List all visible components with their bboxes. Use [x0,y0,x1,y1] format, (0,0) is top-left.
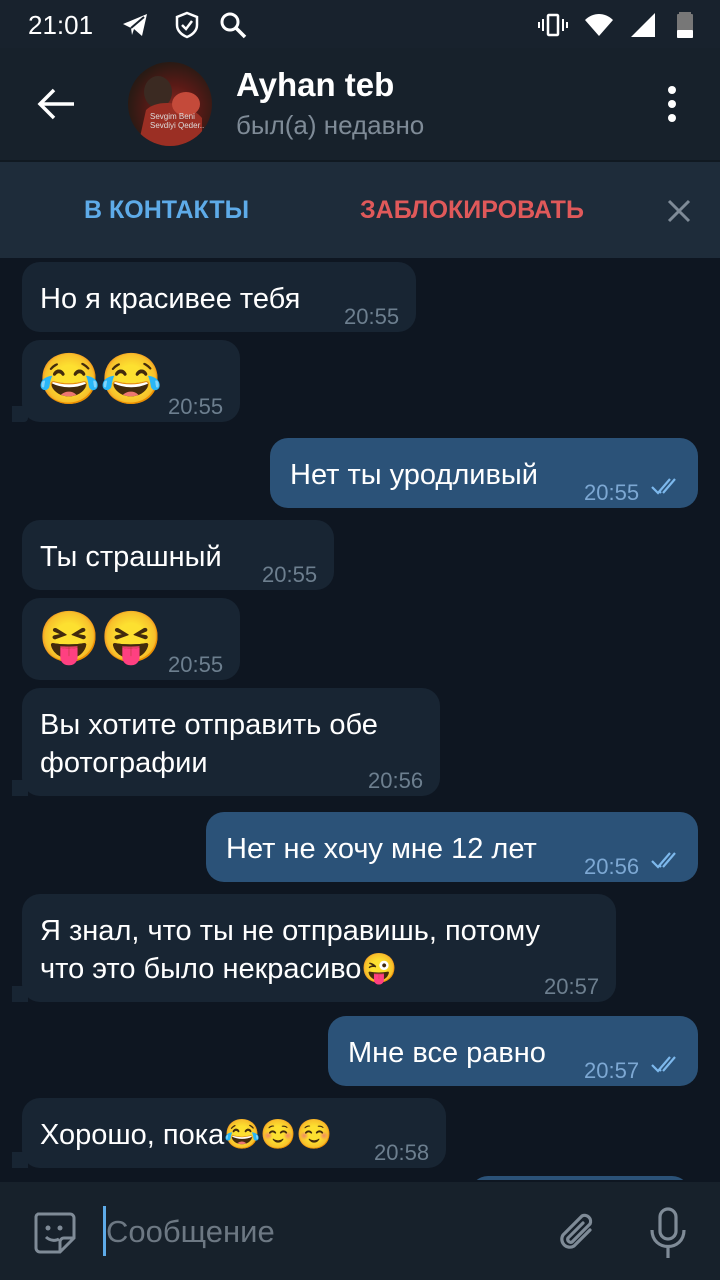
message-time: 20:56 [584,854,640,879]
message-bubble[interactable]: Нет ты уродливый 20:55 [270,438,698,508]
message-time: 20:55 [262,562,318,587]
message-emoji: 😂😂 [38,351,163,407]
chat-header: Sevgim Beni Sevdiyi Qeder... Ayhan teb б… [0,48,720,160]
message-bubble[interactable]: Нет не хочу мне 12 лет 20:56 [206,812,698,882]
back-arrow-icon[interactable] [36,86,76,122]
signal-icon [631,13,655,37]
message-bubble[interactable]: Мне все равно 20:57 [328,1016,698,1086]
bubble-tail [12,406,28,422]
message-text: Ты страшный [40,541,222,573]
close-icon[interactable] [664,196,694,226]
avatar[interactable]: Sevgim Beni Sevdiyi Qeder... [128,62,212,146]
message-emoji: 😝😝 [38,609,163,665]
message-text: Но я красивее тебя [40,283,301,315]
message-text-line: Вы хотите отправить обе [40,709,378,741]
message-bubble[interactable]: Но я красивее тебя 20:55 [22,262,416,332]
message-text-line: Я знал, что ты не отправишь, потому [40,915,540,947]
chat-title[interactable]: Ayhan teb [236,66,394,104]
avatar-text: Sevgim Beni Sevdiyi Qeder... [150,112,207,130]
search-icon [220,12,247,39]
add-contact-button[interactable]: В КОНТАКТЫ [84,196,249,225]
status-bar: 21:01 [0,0,720,48]
message-time: 20:55 [168,652,224,677]
message-bubble[interactable]: 😝😝 20:55 [22,598,240,680]
bubble-tail [12,780,28,796]
message-bubble[interactable]: Хорошо, пока😂☺️☺️ 20:58 [22,1098,446,1168]
message-time: 20:58 [374,1140,430,1165]
message-input[interactable] [104,1208,528,1256]
unknown-contact-action-bar: В КОНТАКТЫ ЗАБЛОКИРОВАТЬ [0,160,720,258]
attach-icon[interactable] [556,1208,600,1256]
read-checkmarks-icon [651,478,676,495]
message-bubble[interactable]: Я знал, что ты не отправишь, потому что … [22,894,616,1002]
message-time: 20:55 [584,480,640,505]
message-time: 20:55 [168,394,224,419]
status-time: 21:01 [28,10,94,40]
bubble-tail [12,986,28,1002]
last-seen-status: был(а) недавно [236,110,425,140]
message-list[interactable]: Но я красивее тебя 20:55 😂😂 20:55 Нет ты… [0,256,720,1180]
telegram-icon [123,14,147,36]
message-text: Нет ты уродливый [290,459,538,491]
message-text-line: фотографии [40,747,208,779]
message-time: 20:57 [544,974,600,999]
vibrate-icon [538,13,568,37]
battery-icon [677,12,693,38]
message-text: Мне все равно [348,1037,546,1069]
message-text: Хорошо, пока😂☺️☺️ [40,1119,333,1151]
wifi-icon [585,14,613,36]
block-user-button[interactable]: ЗАБЛОКИРОВАТЬ [360,196,584,225]
message-bubble-partial [470,1176,690,1180]
sticker-emoji-icon[interactable] [30,1208,78,1256]
message-time: 20:57 [584,1058,640,1083]
message-time: 20:55 [344,304,400,329]
message-bubble[interactable]: 😂😂 20:55 [22,340,240,422]
message-bubble[interactable]: Вы хотите отправить обе фотографии 20:56 [22,688,440,796]
message-bubble[interactable]: Ты страшный 20:55 [22,520,334,590]
more-menu-icon[interactable] [660,84,684,124]
bubble-tail [12,1152,28,1168]
message-text-line: что это было некрасиво😜 [40,953,398,985]
message-text: Нет не хочу мне 12 лет [226,833,537,865]
message-time: 20:56 [368,768,424,793]
read-checkmarks-icon [651,852,676,869]
microphone-icon[interactable] [648,1206,688,1260]
message-composer [0,1182,720,1280]
read-checkmarks-icon [651,1056,676,1073]
shield-icon [175,11,199,39]
